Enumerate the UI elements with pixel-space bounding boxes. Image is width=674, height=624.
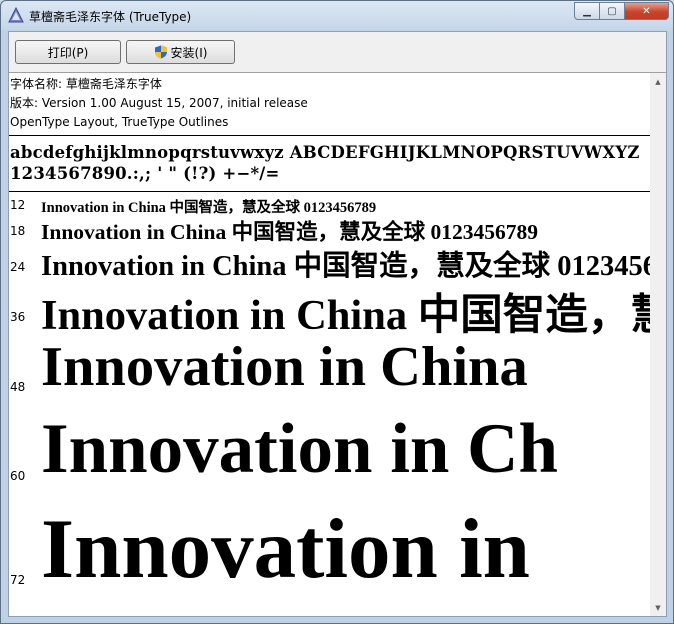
minimize-icon: ▁ xyxy=(583,5,591,17)
font-version-text: 版本: Version 1.00 August 15, 2007, initia… xyxy=(10,96,308,110)
print-button-label: 打印(P) xyxy=(47,45,89,60)
sample-text-12: Innovation in China 中国智造，慧及全球 0123456789 xyxy=(41,200,377,216)
size-label-12: 12 xyxy=(10,198,26,212)
sample-text-18: Innovation in China 中国智造，慧及全球 0123456789 xyxy=(41,220,538,244)
uac-shield-icon xyxy=(154,45,167,59)
toolbar: 打印(P) 安装(I) xyxy=(9,32,666,73)
scroll-up-button[interactable]: ▲ xyxy=(650,73,666,90)
install-button[interactable]: 安装(I) xyxy=(126,40,235,64)
size-label-60: 60 xyxy=(10,469,26,483)
maximize-button[interactable]: ▢ xyxy=(599,2,625,20)
scroll-up-icon: ▲ xyxy=(655,77,661,86)
character-set-sample: abcdefghijklmnopqrstuvwxyz ABCDEFGHIJKLM… xyxy=(10,142,640,184)
close-icon: ✕ xyxy=(642,5,651,17)
separator-line xyxy=(9,135,650,136)
size-label-18: 18 xyxy=(10,224,26,238)
charset-symbols: 1234567890.:,; ' " (!?) +−*/= xyxy=(10,164,280,183)
font-app-icon xyxy=(8,7,24,23)
sample-text-24: Innovation in China 中国智造，慧及全球 0123456789 xyxy=(41,251,650,282)
separator-line xyxy=(9,191,650,192)
scroll-down-button[interactable]: ▼ xyxy=(650,599,666,616)
minimize-button[interactable]: ▁ xyxy=(574,2,600,20)
window-controls: ▁ ▢ ✕ xyxy=(574,2,669,21)
sample-text-72: Innovation in xyxy=(41,502,530,596)
font-preview-pane: 字体名称: 草檀斋毛泽东字体 版本: Version 1.00 August 1… xyxy=(9,73,650,616)
sample-text-48: Innovation in China xyxy=(41,336,528,398)
sample-text-60: Innovation in Ch xyxy=(41,410,558,488)
size-label-24: 24 xyxy=(10,260,26,274)
print-button[interactable]: 打印(P) xyxy=(15,40,121,64)
title-bar[interactable]: 草檀斋毛泽东字体 (TrueType) ▁ ▢ ✕ xyxy=(1,1,673,31)
scroll-down-icon: ▼ xyxy=(655,603,661,612)
font-viewer-window: 草檀斋毛泽东字体 (TrueType) ▁ ▢ ✕ 打印(P) 安装(I) 字体… xyxy=(0,0,674,624)
charset-letters: abcdefghijklmnopqrstuvwxyz ABCDEFGHIJKLM… xyxy=(10,143,640,162)
window-title: 草檀斋毛泽东字体 (TrueType) xyxy=(29,10,192,24)
client-area: 打印(P) 安装(I) 字体名称: 草檀斋毛泽东字体 版本: Version 1… xyxy=(8,31,667,617)
sample-text-36: Innovation in China 中国智造，慧及全球 0123456789 xyxy=(41,292,650,339)
size-label-72: 72 xyxy=(10,573,26,587)
close-button[interactable]: ✕ xyxy=(624,2,669,20)
scrollbar-track[interactable] xyxy=(652,90,664,599)
font-name-text: 字体名称: 草檀斋毛泽东字体 xyxy=(10,77,162,91)
install-button-label: 安装(I) xyxy=(170,45,208,60)
font-info: 字体名称: 草檀斋毛泽东字体 版本: Version 1.00 August 1… xyxy=(10,75,308,132)
maximize-icon: ▢ xyxy=(607,5,617,17)
vertical-scrollbar[interactable]: ▲ ▼ xyxy=(650,73,666,616)
font-layout-text: OpenType Layout, TrueType Outlines xyxy=(10,115,229,129)
size-label-48: 48 xyxy=(10,380,26,394)
size-label-36: 36 xyxy=(10,310,26,324)
